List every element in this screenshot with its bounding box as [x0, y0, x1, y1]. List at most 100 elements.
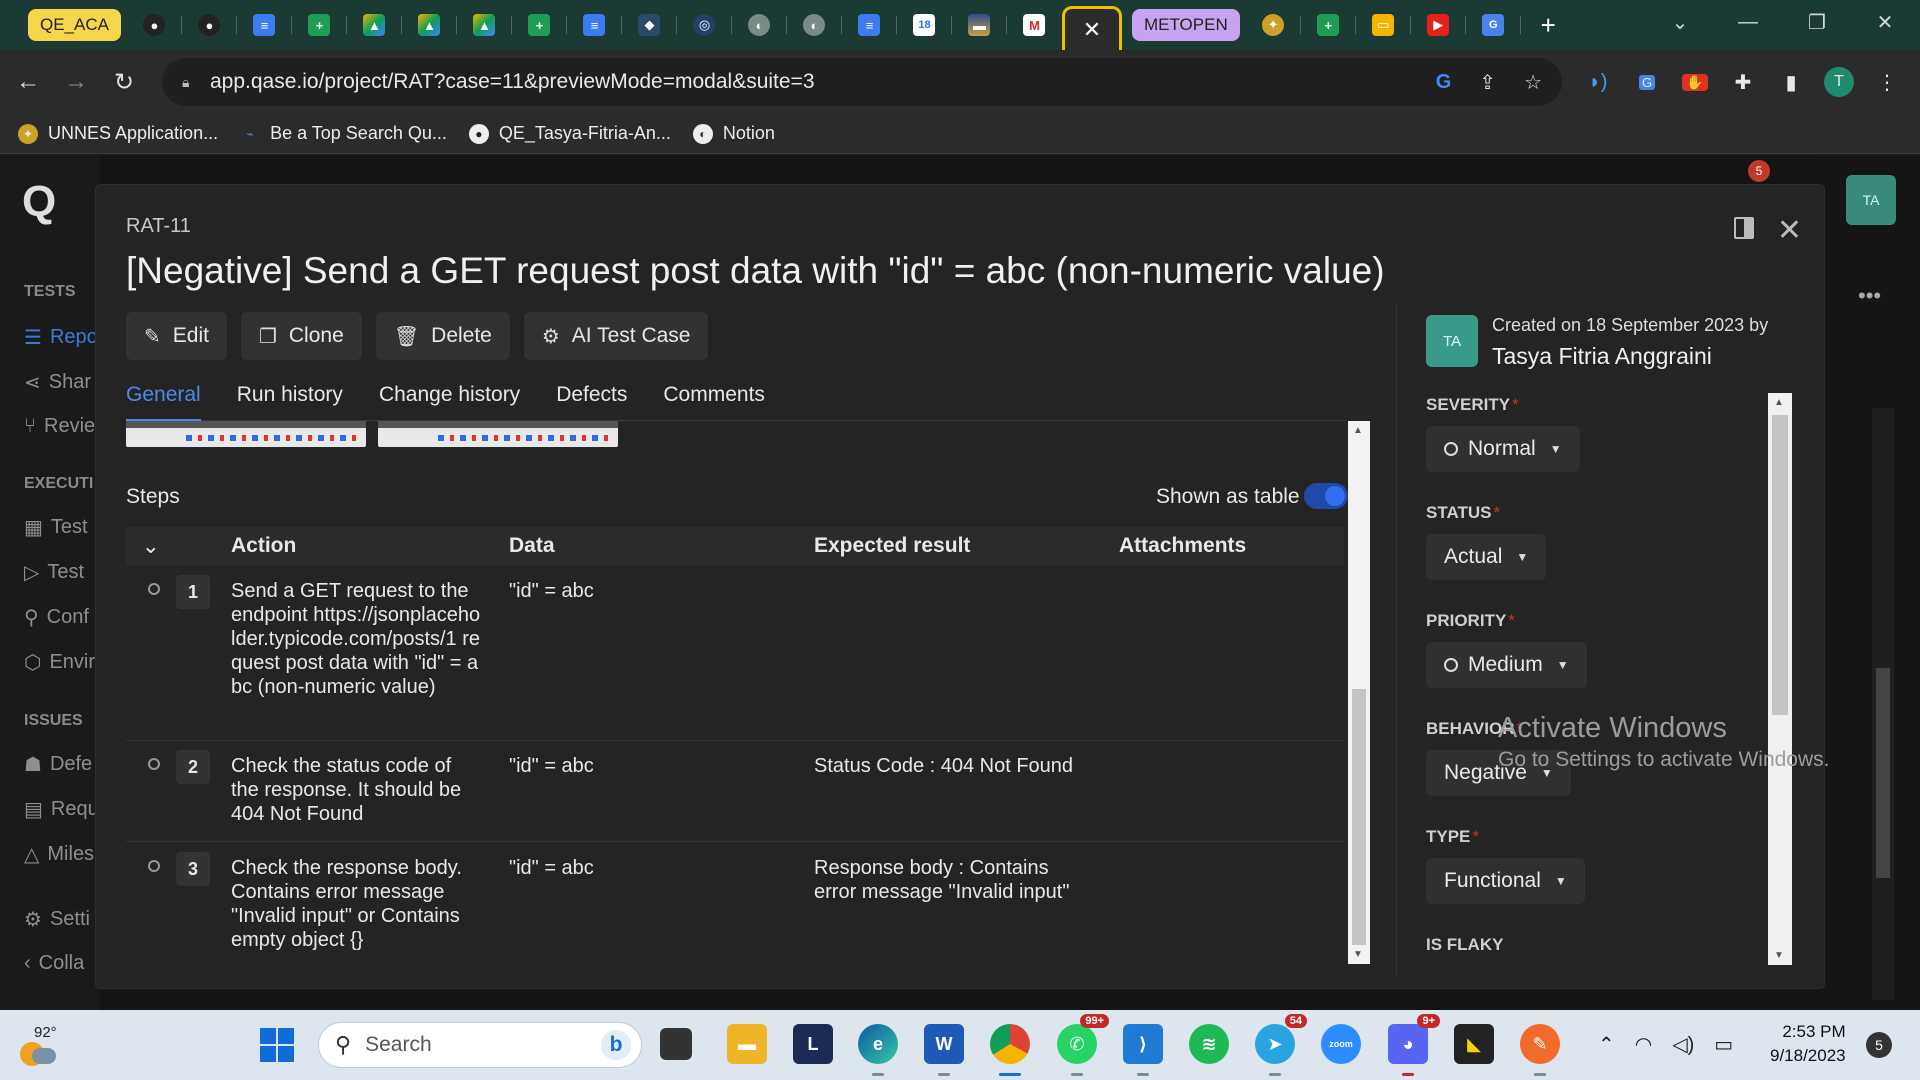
sidebar-item-milestones[interactable]: △ Miles — [24, 842, 100, 867]
tab-youtube[interactable]: ▶ — [1411, 7, 1466, 43]
page-scrollbar[interactable] — [1872, 408, 1894, 1000]
weather-widget[interactable]: 92° — [14, 1020, 74, 1070]
zoom-icon[interactable]: zoom — [1321, 1024, 1361, 1064]
tab-close-icon[interactable]: ✕ — [1083, 17, 1101, 43]
tab-sheets-3[interactable]: + — [1301, 7, 1356, 43]
scroll-down-icon[interactable]: ▼ — [1774, 950, 1784, 961]
app-pencil-icon[interactable]: ✎ — [1520, 1024, 1560, 1076]
sidebar-item-test-runs[interactable]: ▦ Test — [24, 515, 100, 540]
scroll-down-icon[interactable]: ▼ — [1353, 949, 1363, 960]
forward-button[interactable]: → — [56, 62, 96, 102]
sidebar-collapse-button[interactable]: ‹ Colla — [24, 952, 100, 975]
extensions-puzzle-icon[interactable]: ✚ — [1723, 58, 1763, 106]
user-avatar[interactable]: TA — [1846, 175, 1896, 225]
system-clock[interactable]: 2:53 PM 9/18/2023 — [1770, 1020, 1846, 1068]
tab-github-1[interactable]: ● — [127, 7, 182, 43]
sidebar-item-repository[interactable]: ☰ Repo — [24, 325, 100, 350]
wifi-icon[interactable]: ◠ — [1635, 1032, 1652, 1057]
new-tab-button[interactable]: + — [1521, 7, 1576, 43]
taskbar-search[interactable]: ⚲ Search b — [318, 1022, 642, 1068]
tab-group-metopen[interactable]: METOPEN — [1131, 9, 1240, 41]
sidebar-item-defects[interactable]: ☗ Defe — [24, 752, 100, 777]
extension-adblock-icon[interactable]: ✋ — [1675, 58, 1715, 106]
extension-translate-icon[interactable]: G — [1627, 58, 1667, 106]
close-icon[interactable]: ✕ — [1777, 213, 1802, 248]
tab-drive-1[interactable]: ▲ — [347, 7, 402, 43]
tab-site-1[interactable]: ◆ — [622, 7, 677, 43]
tab-github-2[interactable]: ● — [182, 7, 237, 43]
steps-scrollbar-thumb[interactable] — [1352, 689, 1366, 945]
chrome-menu-icon[interactable]: ⋮ — [1867, 58, 1907, 106]
bing-icon[interactable]: b — [601, 1030, 631, 1060]
minimize-button[interactable]: — — [1713, 0, 1783, 44]
split-view-icon[interactable] — [1734, 217, 1754, 239]
bookmark-star-icon[interactable]: ☆ — [1524, 70, 1542, 95]
telegram-icon[interactable]: ➤ 54 — [1255, 1014, 1307, 1076]
bookmark-notion[interactable]: ◐ Notion — [692, 123, 775, 144]
type-select[interactable]: Functional ▼ — [1426, 858, 1585, 904]
sidebar-item-configurations[interactable]: ⚲ Conf — [24, 605, 100, 630]
more-options-icon[interactable]: ••• — [1858, 283, 1881, 309]
tab-sheets-1[interactable]: + — [292, 7, 347, 43]
severity-select[interactable]: Normal ▼ — [1426, 426, 1580, 472]
scroll-up-icon[interactable]: ▲ — [1353, 425, 1363, 436]
tab-site-4[interactable]: ✦ — [1246, 7, 1301, 43]
start-button[interactable] — [260, 1028, 294, 1062]
bookmark-search-quality[interactable]: ⌁ Be a Top Search Qu... — [240, 123, 446, 144]
l-app-icon[interactable]: L — [793, 1024, 833, 1064]
delete-button[interactable]: 🗑︎ Delete — [375, 312, 510, 360]
tab-globe-1[interactable]: ◐ — [732, 7, 787, 43]
tab-slides[interactable]: ▭ — [1356, 7, 1411, 43]
task-view-icon[interactable] — [660, 1028, 692, 1060]
volume-icon[interactable]: ◁) — [1672, 1032, 1694, 1057]
reload-button[interactable]: ↻ — [104, 62, 144, 102]
profile-avatar[interactable]: T — [1819, 58, 1859, 106]
edit-button[interactable]: ✎ Edit — [126, 312, 227, 360]
sidebar-item-settings[interactable]: ⚙ Setti — [24, 907, 100, 932]
tab-globe-2[interactable]: ◐ — [787, 7, 842, 43]
tab-docs-1[interactable]: ≡ — [237, 7, 292, 43]
shown-as-table-toggle[interactable] — [1304, 483, 1348, 509]
table-row[interactable]: 1 Send a GET request to the endpoint htt… — [126, 575, 1344, 741]
sidebar-item-review[interactable]: ⑂ Revie — [24, 415, 100, 438]
google-icon[interactable]: G — [1436, 71, 1452, 94]
bookmark-unnes[interactable]: ✦ UNNES Application... — [18, 123, 218, 144]
restore-button[interactable]: ❐ — [1782, 0, 1852, 44]
sidebar-item-environments[interactable]: ⬡ Envir — [24, 650, 100, 675]
close-window-button[interactable]: ✕ — [1850, 0, 1920, 44]
back-button[interactable]: ← — [8, 62, 48, 102]
tab-sheets-2[interactable]: + — [512, 7, 567, 43]
sidebar-item-test-plans[interactable]: ▷ Test — [24, 560, 100, 585]
bookmark-github-repo[interactable]: ● QE_Tasya-Fitria-An... — [468, 123, 671, 144]
extension-voice-icon[interactable]: ◗) — [1578, 58, 1618, 106]
spotify-icon[interactable]: ≋ — [1189, 1024, 1229, 1064]
tab-search-chevron-icon[interactable]: ⌄ — [1645, 0, 1715, 44]
tab-translate[interactable]: G — [1466, 7, 1521, 43]
sidebar-item-shared-steps[interactable]: ⋖ Shar — [24, 370, 100, 395]
tab-docs-2[interactable]: ≡ — [567, 7, 622, 43]
meta-scrollbar-thumb[interactable] — [1772, 415, 1788, 715]
tab-site-2[interactable]: ◎ — [677, 7, 732, 43]
sticky-notes-icon[interactable]: ◣ — [1454, 1024, 1494, 1064]
table-row[interactable]: 3 Check the response body. Contains erro… — [126, 852, 1344, 964]
meta-scrollbar[interactable]: ▲ ▼ — [1768, 393, 1792, 965]
tab-comments[interactable]: Comments — [663, 383, 765, 421]
sidebar-item-requirements[interactable]: ▤ Requ — [24, 797, 100, 822]
collapse-all-chevron-icon[interactable]: ⌄ — [142, 534, 160, 559]
page-scrollbar-thumb[interactable] — [1876, 668, 1890, 878]
tab-general[interactable]: General — [126, 383, 201, 422]
file-explorer-icon[interactable]: ▬ — [727, 1024, 767, 1064]
tab-drive-2[interactable]: ▲ — [402, 7, 457, 43]
tab-run-history[interactable]: Run history — [237, 383, 343, 421]
tab-change-history[interactable]: Change history — [379, 383, 520, 421]
edge-icon[interactable]: e — [858, 1024, 898, 1076]
priority-select[interactable]: Medium ▼ — [1426, 642, 1587, 688]
table-row[interactable]: 2 Check the status code of the response.… — [126, 750, 1344, 842]
chrome-icon[interactable] — [990, 1024, 1030, 1076]
battery-icon[interactable]: ▭ — [1714, 1032, 1733, 1057]
whatsapp-icon[interactable]: ✆ 99+ — [1057, 1014, 1109, 1076]
steps-scrollbar[interactable]: ▲ ▼ — [1348, 421, 1370, 964]
attachment-thumbnail[interactable] — [378, 421, 618, 447]
discord-icon[interactable]: ◕ 9+ — [1388, 1014, 1440, 1076]
notification-center-badge[interactable]: 5 — [1866, 1032, 1892, 1058]
